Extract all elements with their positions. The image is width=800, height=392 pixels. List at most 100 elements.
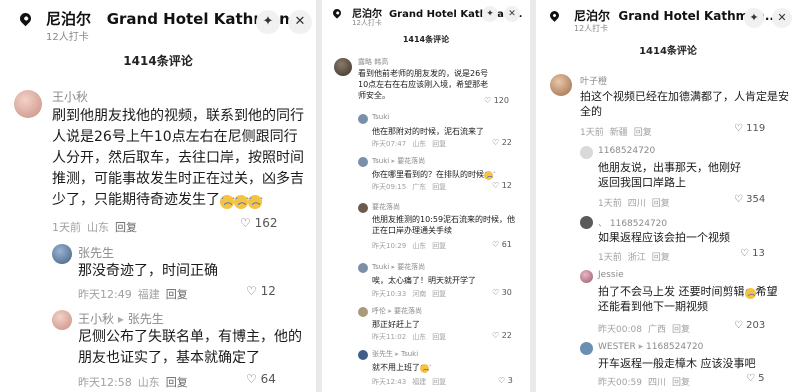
like-button[interactable]: ♡ 119 bbox=[734, 123, 765, 134]
comment-username[interactable]: 叶子橙 bbox=[580, 74, 607, 87]
sparkle-icon[interactable]: ✦ bbox=[256, 10, 280, 34]
avatar[interactable] bbox=[358, 203, 368, 213]
crying-emoji-icon: ´︵` bbox=[420, 364, 433, 373]
like-button[interactable]: ♡ 3 bbox=[498, 376, 513, 385]
comment-username[interactable]: 张先生 ▸ Tsuki bbox=[372, 349, 418, 359]
sparkle-icon[interactable]: ✦ bbox=[482, 6, 498, 22]
avatar[interactable] bbox=[580, 146, 593, 159]
comment-username[interactable]: WESTER ▸ 1168524720 bbox=[598, 342, 703, 352]
heart-icon: ♡ bbox=[498, 376, 506, 385]
reply-button[interactable]: 回复 bbox=[432, 378, 446, 386]
comment-username[interactable]: 王小秋 ▸ 张先生 bbox=[78, 310, 164, 327]
reply-button[interactable]: 回复 bbox=[634, 128, 652, 138]
comment-text: 你在哪里看到的？在排队的时候´︵` bbox=[372, 170, 497, 180]
avatar[interactable] bbox=[358, 263, 368, 273]
reply-button[interactable]: 回复 bbox=[432, 290, 446, 298]
avatar[interactable] bbox=[52, 310, 72, 330]
comment-username[interactable]: 张先生 bbox=[78, 244, 114, 261]
avatar[interactable] bbox=[580, 270, 593, 283]
avatar[interactable] bbox=[550, 74, 572, 96]
reply-button[interactable]: 回复 bbox=[672, 325, 690, 335]
avatar[interactable] bbox=[358, 307, 368, 317]
avatar[interactable] bbox=[580, 216, 593, 229]
comment-text: 就不用上班了´︵` bbox=[372, 363, 433, 373]
comment-username[interactable]: 露略 韩高 bbox=[358, 57, 388, 67]
like-button[interactable]: ♡ 22 bbox=[492, 331, 512, 340]
comment-username[interactable]: 呼伦 ▸ 要花落尚 bbox=[372, 306, 422, 316]
like-button[interactable]: ♡ 30 bbox=[492, 288, 512, 297]
like-button[interactable]: ♡ 5 bbox=[746, 373, 765, 384]
like-button[interactable]: ♡ 120 bbox=[484, 96, 509, 105]
comment-time: 1天前 bbox=[580, 128, 604, 138]
like-button[interactable]: ♡ 12 bbox=[246, 284, 276, 298]
like-button[interactable]: ♡ 13 bbox=[740, 248, 765, 259]
comment-location: 山东 bbox=[137, 376, 160, 389]
reply-button[interactable]: 回复 bbox=[432, 242, 446, 250]
comment-text: 看到他前老师的朋友发的，说是26号10点左右在右应该刚入境，希望那老师安全。 bbox=[358, 69, 489, 100]
comment-time: 昨天12:43 bbox=[372, 378, 407, 386]
reply-button[interactable]: 回复 bbox=[432, 140, 446, 148]
like-button[interactable]: ♡ 22 bbox=[492, 138, 512, 147]
crying-emoji-icon: ´︵` bbox=[234, 195, 250, 209]
like-button[interactable]: ♡ 354 bbox=[734, 194, 765, 205]
avatar[interactable] bbox=[358, 157, 368, 167]
heart-icon: ♡ bbox=[492, 331, 500, 340]
like-button[interactable]: ♡ 12 bbox=[492, 181, 512, 190]
reply-button[interactable]: 回复 bbox=[652, 199, 670, 209]
comment-time: 1天前 bbox=[52, 221, 81, 234]
comment-username[interactable]: Tsuki ▸ 要花落尚 bbox=[372, 156, 425, 166]
reply-button[interactable]: 回复 bbox=[432, 183, 446, 191]
close-icon[interactable]: ✕ bbox=[772, 8, 792, 28]
like-button[interactable]: ♡ 203 bbox=[734, 320, 765, 331]
comment-username[interactable]: 王小秋 bbox=[52, 88, 88, 105]
heart-icon: ♡ bbox=[734, 320, 743, 331]
reply-button[interactable]: 回复 bbox=[432, 333, 446, 341]
comment-username[interactable]: Jessie bbox=[598, 270, 624, 280]
comment-location: 山东 bbox=[412, 242, 427, 250]
comment-username[interactable]: 、 1168524720 bbox=[598, 216, 667, 229]
reply-button[interactable]: 回复 bbox=[652, 253, 670, 263]
comment-location: 浙江 bbox=[627, 253, 646, 263]
close-icon[interactable]: ✕ bbox=[288, 10, 312, 34]
like-button[interactable]: ♡ 61 bbox=[492, 240, 512, 249]
avatar[interactable] bbox=[334, 58, 352, 76]
comment-text: 他朋友推测的10:59泥石流来的时候，他正在口岸办理通关手续 bbox=[372, 215, 516, 235]
reply-button[interactable]: 回复 bbox=[672, 378, 690, 388]
reply-button[interactable]: 回复 bbox=[166, 288, 188, 301]
avatar[interactable] bbox=[52, 244, 72, 264]
comment-time: 昨天10:29 bbox=[372, 242, 407, 250]
location-pin-icon bbox=[548, 9, 561, 22]
like-button[interactable]: ♡ 162 bbox=[240, 216, 278, 230]
avatar[interactable] bbox=[580, 342, 593, 355]
avatar[interactable] bbox=[358, 114, 368, 124]
close-icon[interactable]: ✕ bbox=[504, 6, 520, 22]
crying-emoji-icon: ´︵` bbox=[220, 195, 236, 209]
avatar[interactable] bbox=[358, 350, 368, 360]
comment-time: 昨天12:49 bbox=[78, 288, 132, 301]
comment-meta: 昨天12:58 山东 回复 bbox=[78, 374, 194, 390]
heart-icon: ♡ bbox=[246, 284, 257, 298]
comment-username[interactable]: 1168524720 bbox=[598, 146, 655, 156]
sparkle-icon[interactable]: ✦ bbox=[744, 8, 764, 28]
reply-button[interactable]: 回复 bbox=[166, 376, 188, 389]
heart-icon: ♡ bbox=[746, 373, 755, 384]
comment-location: 山东 bbox=[87, 221, 109, 234]
heart-icon: ♡ bbox=[246, 372, 257, 386]
checkin-count: 12人打卡 bbox=[352, 19, 382, 27]
avatar[interactable] bbox=[14, 90, 42, 118]
comment-panel-3: 尼泊尔 Grand Hotel Kathman... 12人打卡 ✦ ✕ 141… bbox=[536, 0, 800, 392]
comment-count: 1414条评论 bbox=[123, 54, 193, 68]
like-button[interactable]: ♡ 64 bbox=[246, 372, 276, 386]
comment-text: 开车返程一般走樟木 应该没事吧 bbox=[598, 357, 756, 370]
comment-panel-2: 尼泊尔 Grand Hotel Kathman... 12人打卡 ✦ ✕ 141… bbox=[322, 0, 530, 392]
comment-username[interactable]: Tsuki bbox=[372, 113, 389, 121]
comment-username[interactable]: 要花落尚 bbox=[372, 202, 400, 212]
reply-button[interactable]: 回复 bbox=[115, 221, 137, 234]
comment-time: 昨天10:33 bbox=[372, 290, 407, 298]
comment-time: 昨天12:58 bbox=[78, 376, 132, 389]
comment-username[interactable]: Tsuki ▸ 要花落尚 bbox=[372, 262, 425, 272]
comment-text: 他朋友说，出事那天，他刚好返回我国口岸路上 bbox=[598, 161, 741, 189]
comment-location: 四川 bbox=[647, 378, 666, 388]
comment-time: 昨天00:08 bbox=[598, 325, 642, 335]
checkin-count: 12人打卡 bbox=[574, 24, 609, 33]
